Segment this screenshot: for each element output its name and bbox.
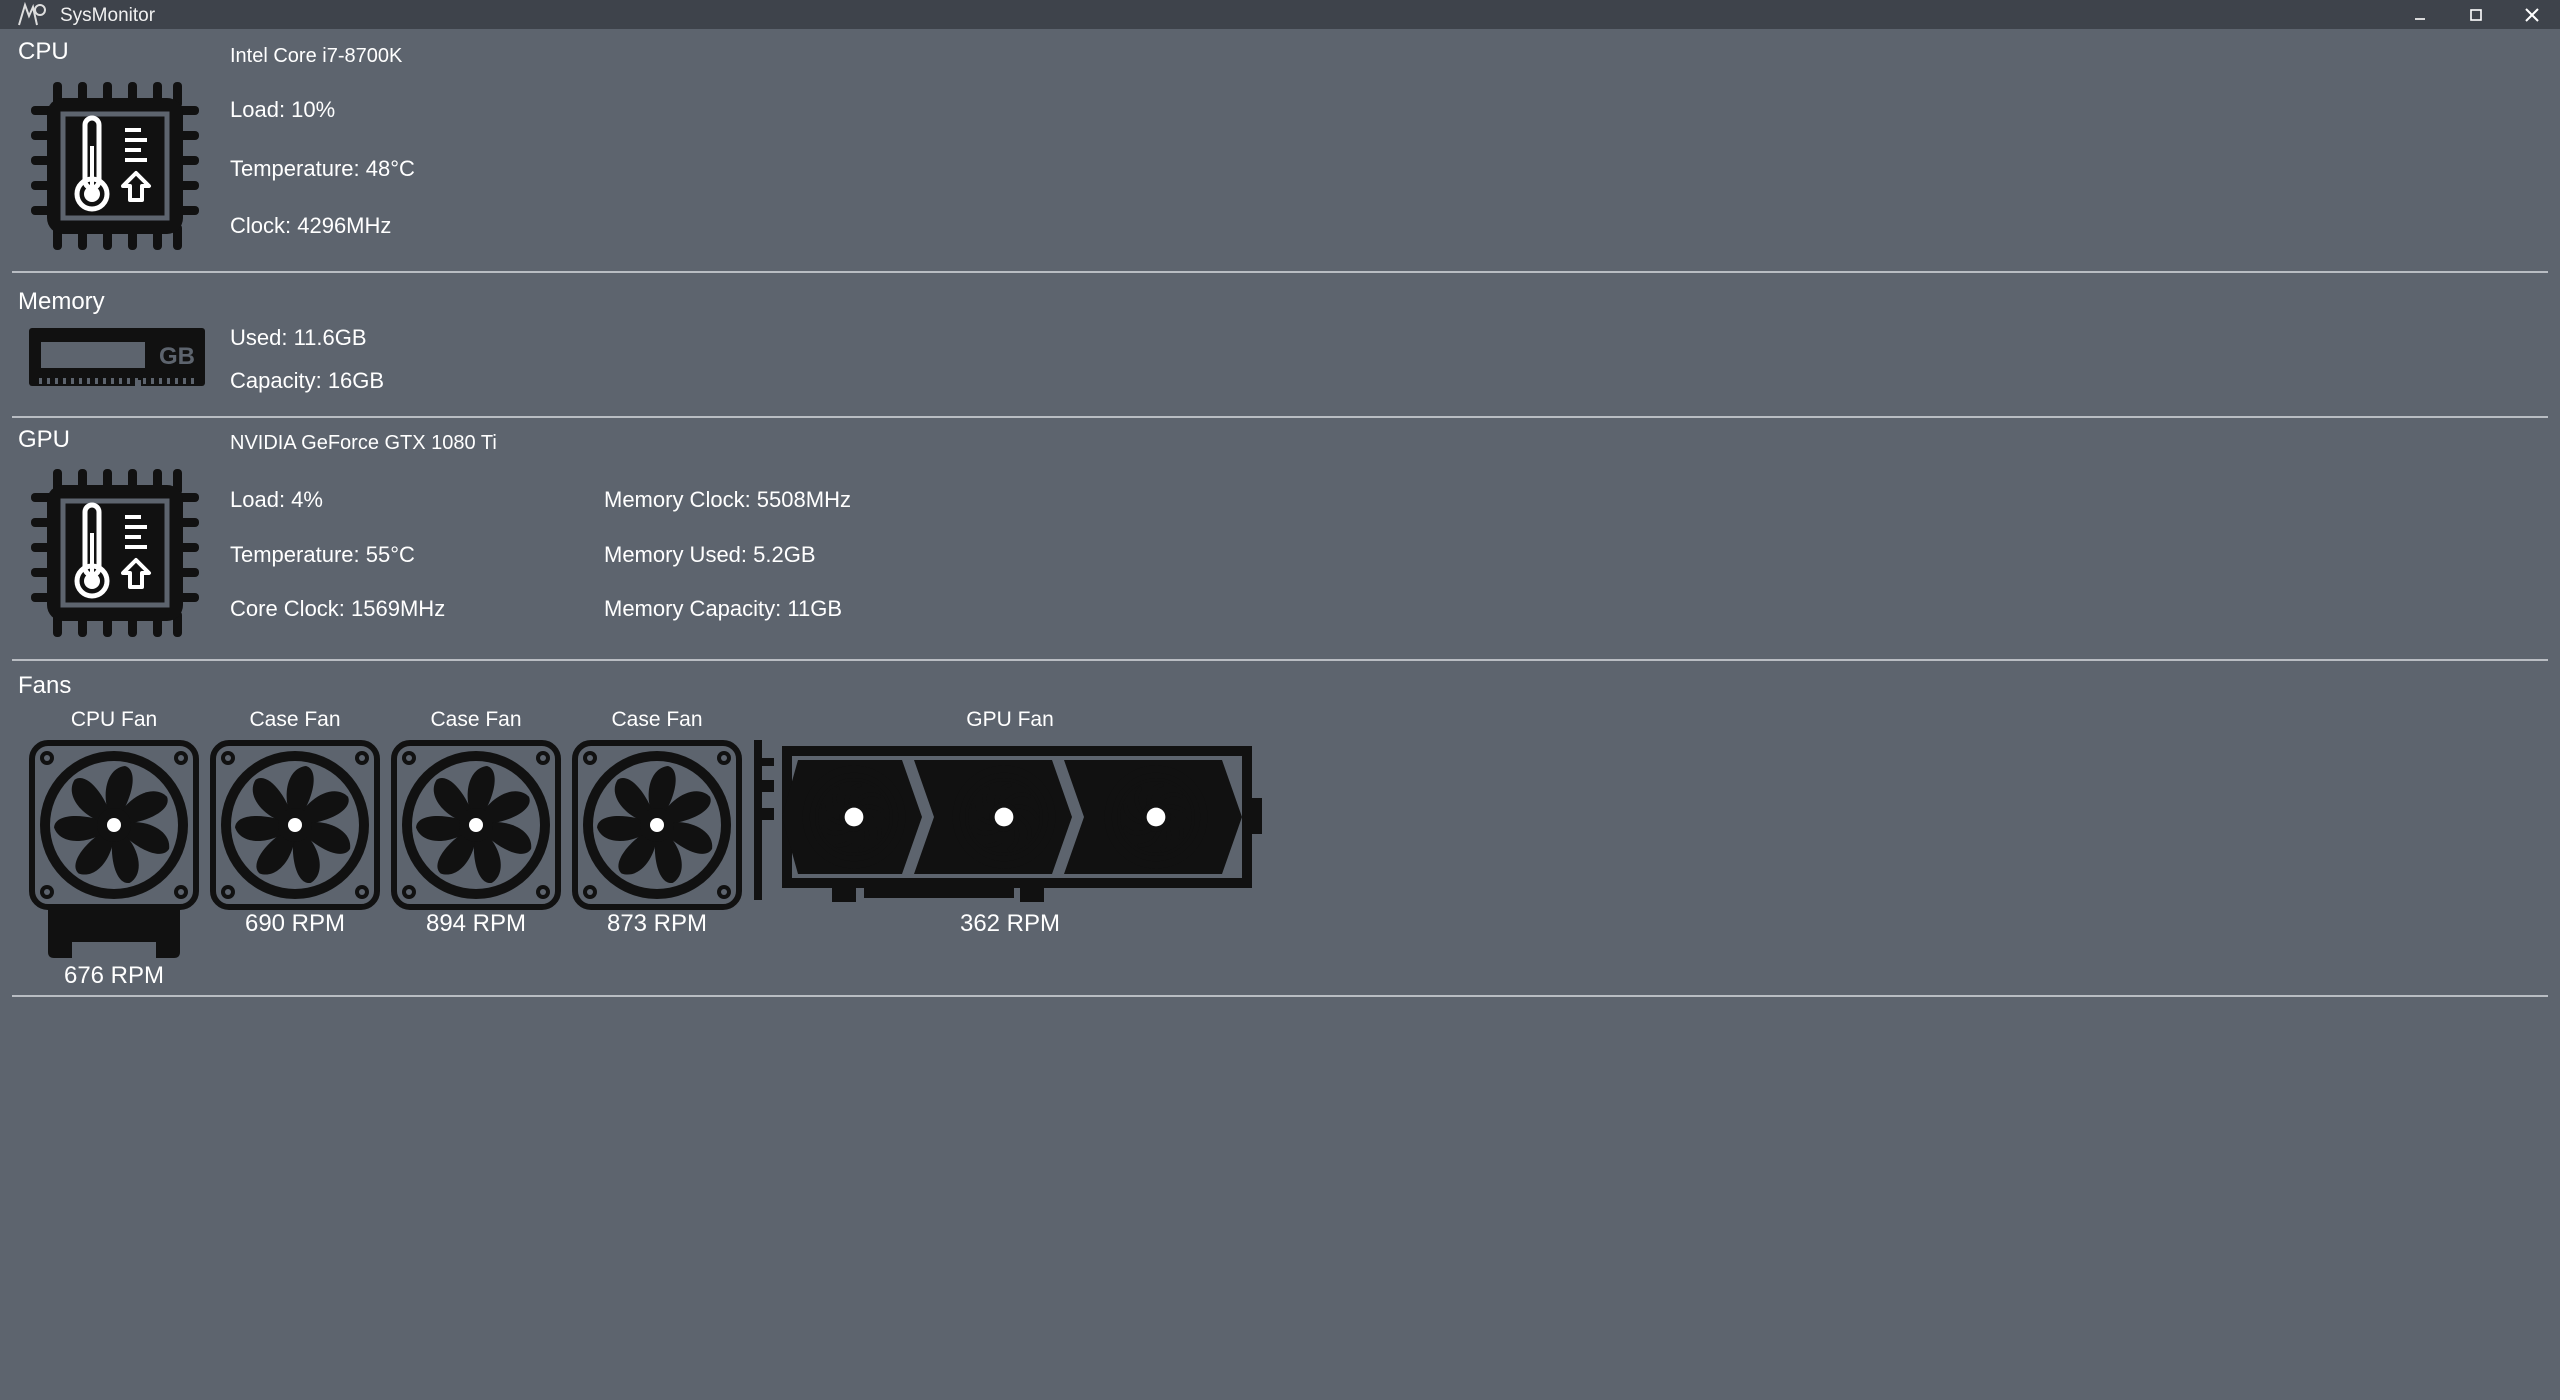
divider — [12, 659, 2548, 661]
gpu-core-clock: Core Clock: 1569MHz — [230, 596, 446, 621]
fan-rpm: 690 RPM — [244, 910, 346, 937]
cpu-section-title: CPU — [18, 38, 69, 65]
title-bar: SysMonitor — [0, 0, 2560, 29]
fan-label: Case Fan — [611, 708, 703, 731]
graphics-card-icon — [754, 740, 1262, 902]
fan-rpm: 676 RPM — [63, 962, 165, 989]
fan-label: GPU Fan — [966, 708, 1054, 731]
cpu-cooler-icon — [29, 740, 199, 910]
minimize-icon — [2415, 17, 2425, 20]
cpu-clock: Clock: 4296MHz — [230, 213, 392, 238]
gpu-temperature: Temperature: 55°C — [230, 542, 415, 567]
minimize-button[interactable] — [2392, 0, 2448, 29]
fan-label: CPU Fan — [70, 708, 158, 731]
case-fan-icon — [210, 740, 380, 910]
gpu-memory-clock: Memory Clock: 5508MHz — [604, 487, 851, 512]
gpu-memory-capacity: Memory Capacity: 11GB — [604, 596, 843, 621]
divider — [12, 416, 2548, 418]
fan-rpm: 362 RPM — [959, 910, 1061, 937]
fan-label: Case Fan — [430, 708, 522, 731]
divider — [12, 995, 2548, 997]
gpu-load: Load: 4% — [230, 487, 323, 512]
fans-section-title: Fans — [18, 672, 72, 699]
maximize-button[interactable] — [2448, 0, 2504, 29]
close-button[interactable] — [2504, 0, 2560, 29]
gpu-section-title: GPU — [18, 426, 71, 453]
cpu-model: Intel Core i7-8700K — [230, 45, 403, 67]
ram-gb-label: GB — [159, 343, 195, 370]
fan-label: Case Fan — [249, 708, 341, 731]
memory-capacity: Capacity: 16GB — [230, 368, 385, 393]
gpu-memory-used: Memory Used: 5.2GB — [604, 542, 816, 567]
maximize-icon — [2470, 8, 2482, 21]
fan-rpm: 894 RPM — [425, 910, 527, 937]
fan-rpm: 873 RPM — [606, 910, 708, 937]
case-fan-icon — [391, 740, 561, 910]
case-fan-icon — [572, 740, 742, 910]
cooler-heatsink-icon — [48, 906, 180, 958]
divider — [12, 271, 2548, 273]
cpu-temperature: Temperature: 48°C — [230, 156, 415, 181]
app-logo-icon — [18, 2, 46, 26]
ram-stick-icon: GB — [29, 328, 205, 388]
gpu-model: NVIDIA GeForce GTX 1080 Ti — [230, 432, 497, 454]
memory-section-title: Memory — [18, 288, 105, 315]
close-icon — [2525, 7, 2539, 22]
window-title: SysMonitor — [60, 5, 156, 26]
cpu-load: Load: 10% — [230, 97, 336, 122]
gpu-temperature-icon — [25, 463, 205, 643]
memory-used: Used: 11.6GB — [230, 325, 367, 350]
cpu-temperature-icon — [25, 76, 205, 256]
